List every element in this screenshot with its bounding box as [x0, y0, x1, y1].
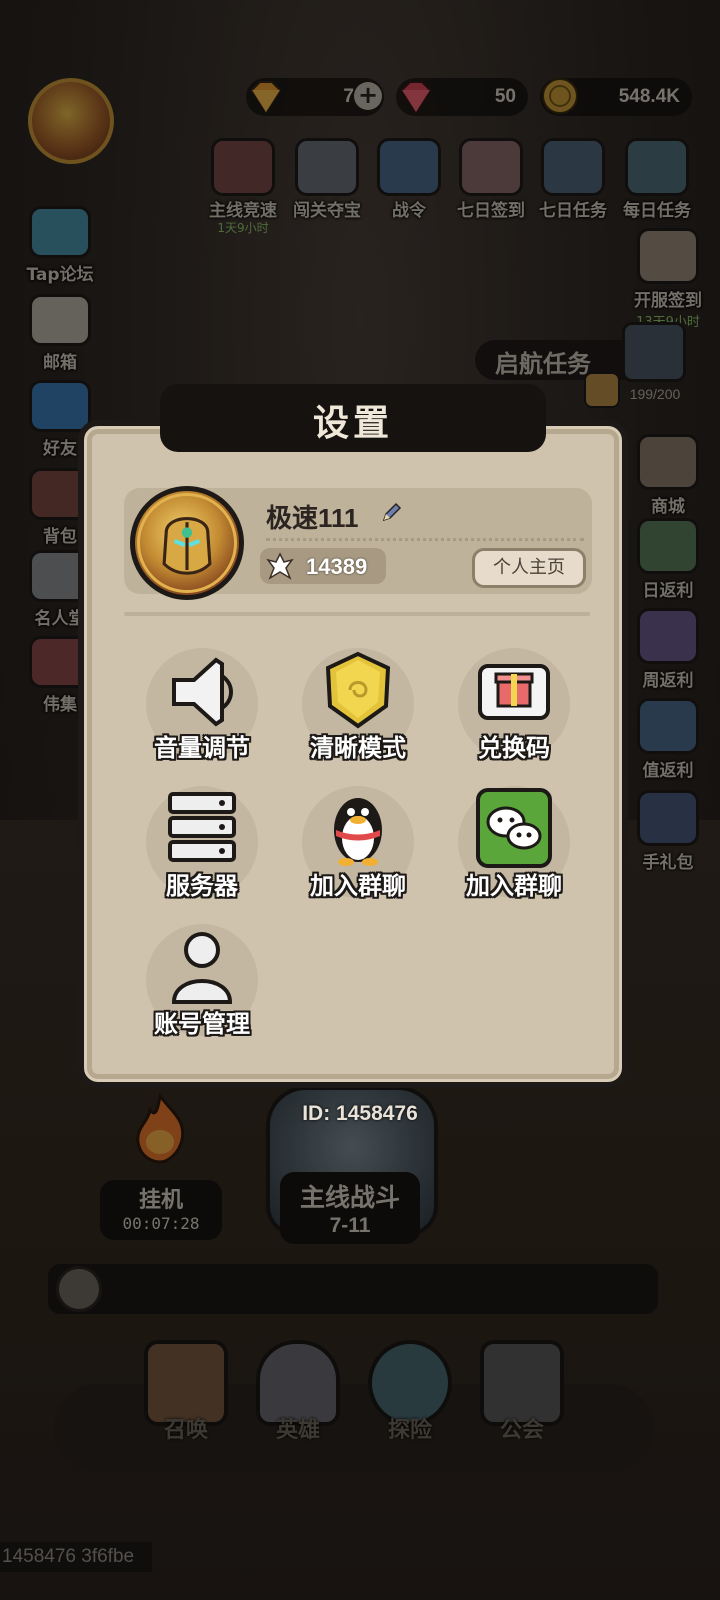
section-divider — [124, 612, 590, 616]
option-volume[interactable]: 音量调节 — [132, 644, 272, 770]
shield-gem-icon — [325, 651, 391, 729]
speaker-icon — [172, 657, 233, 727]
option-label: 兑换码 — [478, 734, 550, 762]
profile-home-button[interactable]: 个人主页 — [472, 548, 586, 588]
power-value: 14389 — [306, 554, 368, 579]
knight-helmet-icon — [162, 517, 212, 575]
power-box: 14389 — [260, 548, 386, 584]
profile-divider — [266, 538, 584, 541]
option-join-wechat-group[interactable]: 加入群聊 — [444, 782, 584, 908]
dialog-title: 设置 — [312, 403, 393, 444]
account-icon — [171, 932, 233, 1004]
settings-dialog: 极速111 14389 个人主页 音量调节 清晰模式 兑换码 服务器 加入群聊 … — [78, 420, 628, 1088]
option-label: 清晰模式 — [310, 734, 406, 762]
option-redeem-code[interactable]: 兑换码 — [444, 644, 584, 770]
gift-ticket-icon — [478, 664, 550, 720]
option-label: 加入群聊 — [310, 872, 406, 900]
option-clear-mode[interactable]: 清晰模式 — [288, 644, 428, 770]
player-id: ID: 1458476 — [302, 1102, 418, 1125]
option-label: 加入群聊 — [466, 872, 562, 900]
dialog-title-bar: 设置 — [160, 384, 546, 452]
power-icon — [266, 552, 294, 580]
option-account-management[interactable]: 账号管理 — [132, 920, 272, 1046]
option-label: 音量调节 — [154, 734, 250, 762]
profile-avatar[interactable] — [130, 486, 244, 600]
option-join-qq-group[interactable]: 加入群聊 — [288, 782, 428, 908]
player-name: 极速111 — [266, 503, 359, 533]
option-label: 服务器 — [166, 872, 238, 900]
wechat-icon — [476, 788, 552, 868]
edit-pencil-icon[interactable] — [380, 500, 404, 524]
option-server[interactable]: 服务器 — [132, 782, 272, 908]
qq-penguin-icon — [334, 798, 382, 866]
option-label: 账号管理 — [154, 1010, 250, 1038]
server-icon — [168, 792, 236, 862]
